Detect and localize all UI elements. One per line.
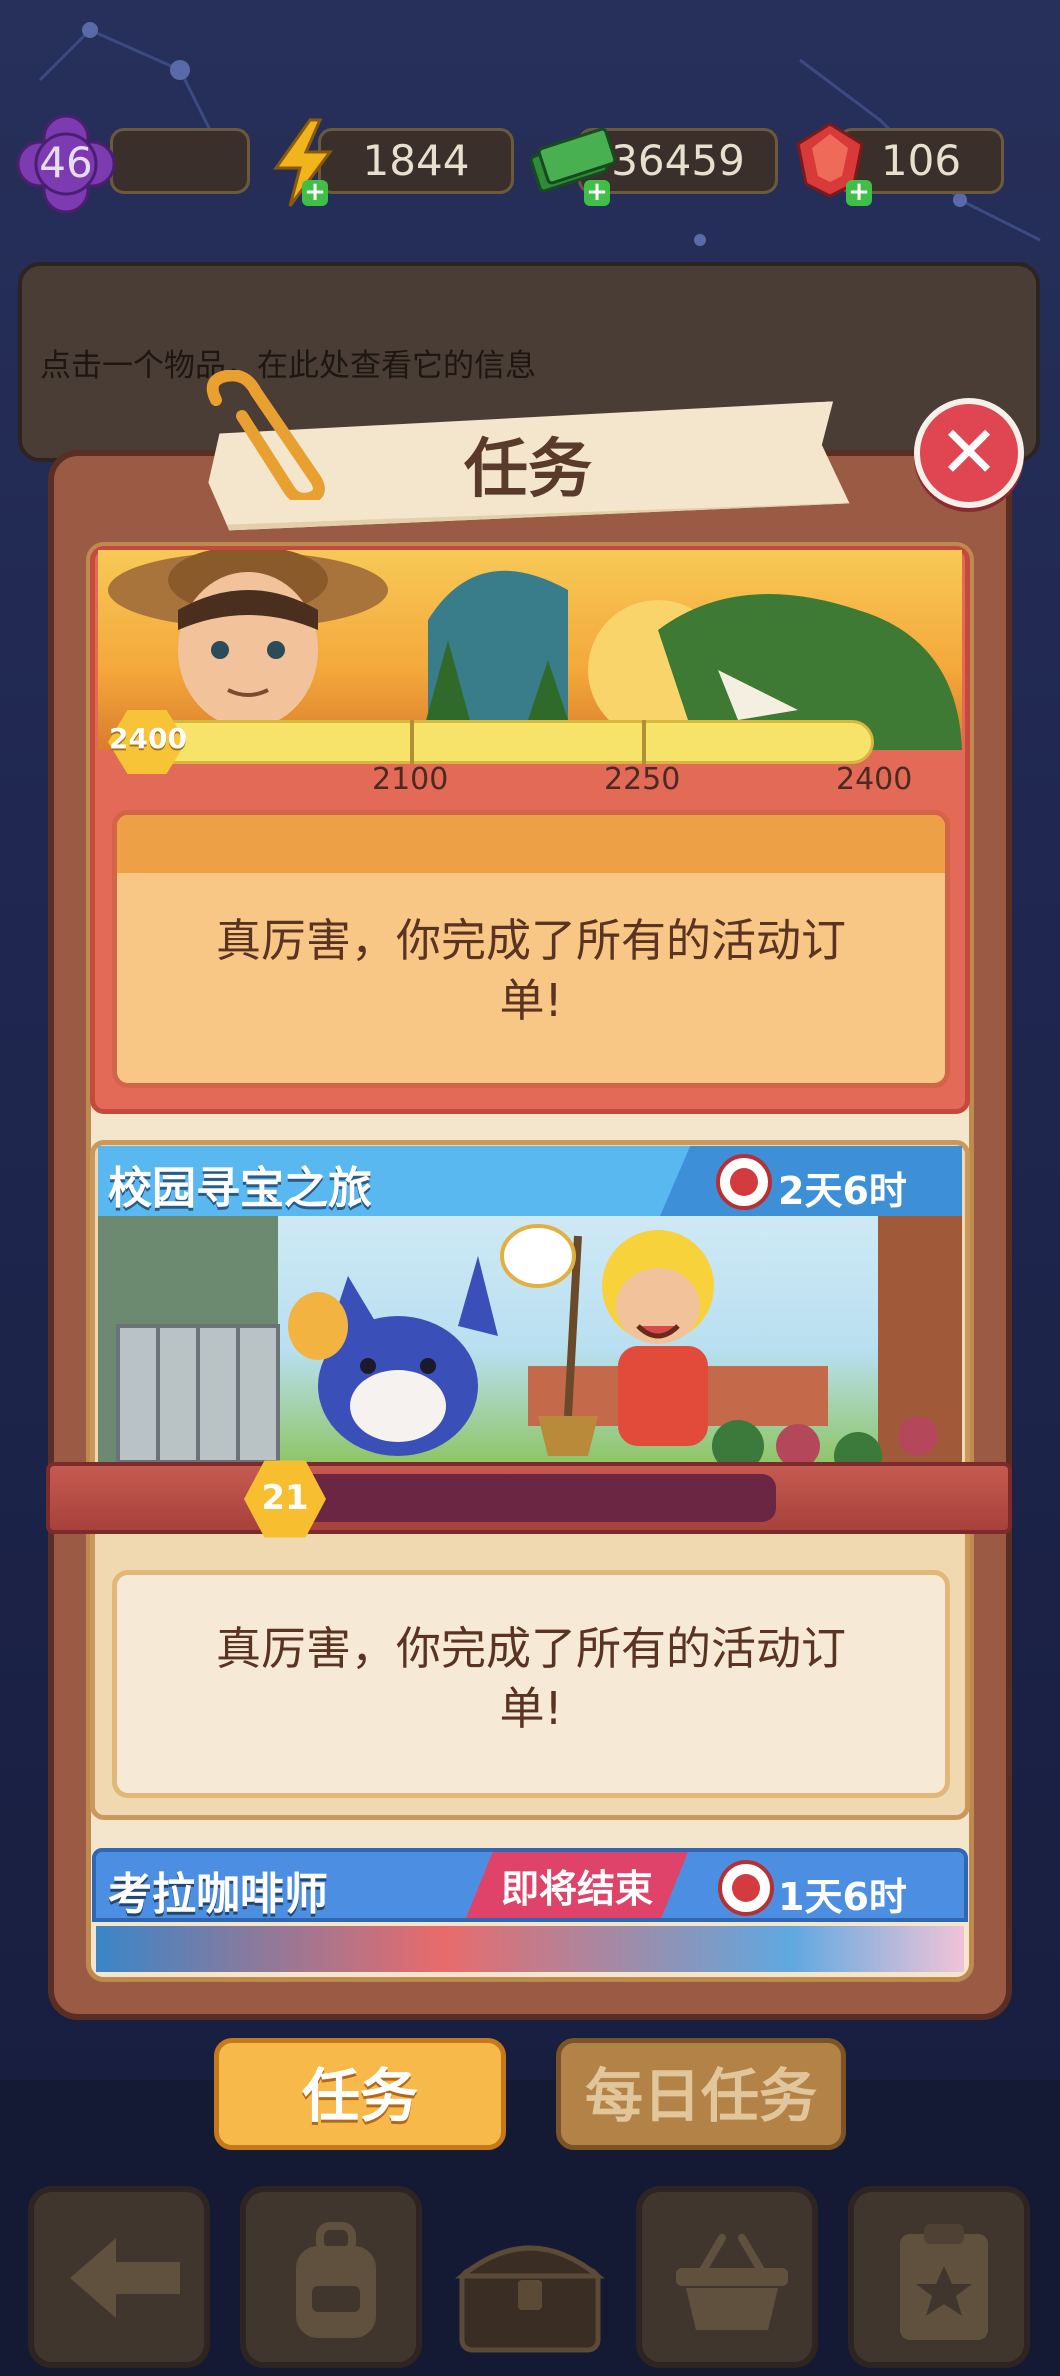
campus-level-value: 21: [261, 1478, 309, 1518]
ending-soon-label: 即将结束: [500, 1867, 653, 1911]
treasure-chest-icon: [455, 2245, 605, 2353]
tab-daily-quests[interactable]: 每日任务: [556, 2038, 846, 2150]
points-value: 2400: [109, 722, 187, 755]
progress-tick: [410, 720, 414, 764]
cash-value: 36459: [611, 136, 745, 185]
energy-pill: 1844: [318, 128, 514, 194]
koala-event-timer: 1天6时: [778, 1875, 907, 1919]
progress-tick: [642, 720, 646, 764]
cash-plus-icon[interactable]: +: [584, 179, 610, 206]
timer-icon: [718, 1860, 774, 1916]
message-header-strip: [117, 815, 945, 873]
completion-message-line2: 单!: [499, 1682, 563, 1735]
campus-banner-image: [98, 1216, 962, 1462]
gems-value: 106: [880, 136, 962, 185]
milestone-label: 2400: [836, 762, 913, 797]
completion-message-box: 真厉害，你完成了所有的活动订 单!: [112, 1570, 950, 1798]
koala-banner-image: [96, 1926, 964, 1972]
level-bar: [110, 128, 250, 194]
shop-button[interactable]: [636, 2186, 818, 2368]
completion-message-line2: 单!: [499, 974, 563, 1027]
completion-message-line1: 真厉害，你完成了所有的活动订: [215, 1622, 846, 1675]
campus-scene: [98, 1216, 962, 1462]
milestone-label: 2100: [372, 762, 449, 797]
gems-plus-icon[interactable]: +: [846, 179, 872, 206]
treasure-chest-button[interactable]: [444, 2210, 616, 2360]
completion-message-line1: 真厉害，你完成了所有的活动订: [215, 914, 846, 967]
timer-icon: [716, 1154, 772, 1210]
campus-event-timer: 2天6时: [778, 1169, 907, 1213]
energy-value: 1844: [362, 136, 470, 185]
energy-plus-icon[interactable]: +: [302, 179, 328, 206]
back-button[interactable]: [28, 2186, 210, 2368]
campus-event-title: 校园寻宝之旅: [108, 1163, 372, 1214]
backpack-button[interactable]: [240, 2186, 422, 2368]
quest-board-icon: [900, 2224, 988, 2340]
adventure-progress-bar: [130, 720, 874, 764]
completion-message-box: 真厉害，你完成了所有的活动订 单!: [112, 810, 950, 1088]
milestone-label: 2250: [604, 762, 681, 797]
tab-quests[interactable]: 任务: [214, 2038, 506, 2150]
backpack-icon: [296, 2222, 376, 2338]
back-icon: [70, 2238, 180, 2318]
level-value: 46: [39, 138, 93, 187]
koala-event-title: 考拉咖啡师: [108, 1869, 328, 1920]
shop-basket-icon: [676, 2234, 788, 2330]
close-button[interactable]: ✕: [914, 398, 1024, 508]
dialog-title: 任务: [464, 433, 592, 507]
quest-board-button[interactable]: [848, 2186, 1030, 2368]
close-icon: ✕: [938, 410, 1000, 494]
campus-progress-bar: [300, 1474, 776, 1522]
